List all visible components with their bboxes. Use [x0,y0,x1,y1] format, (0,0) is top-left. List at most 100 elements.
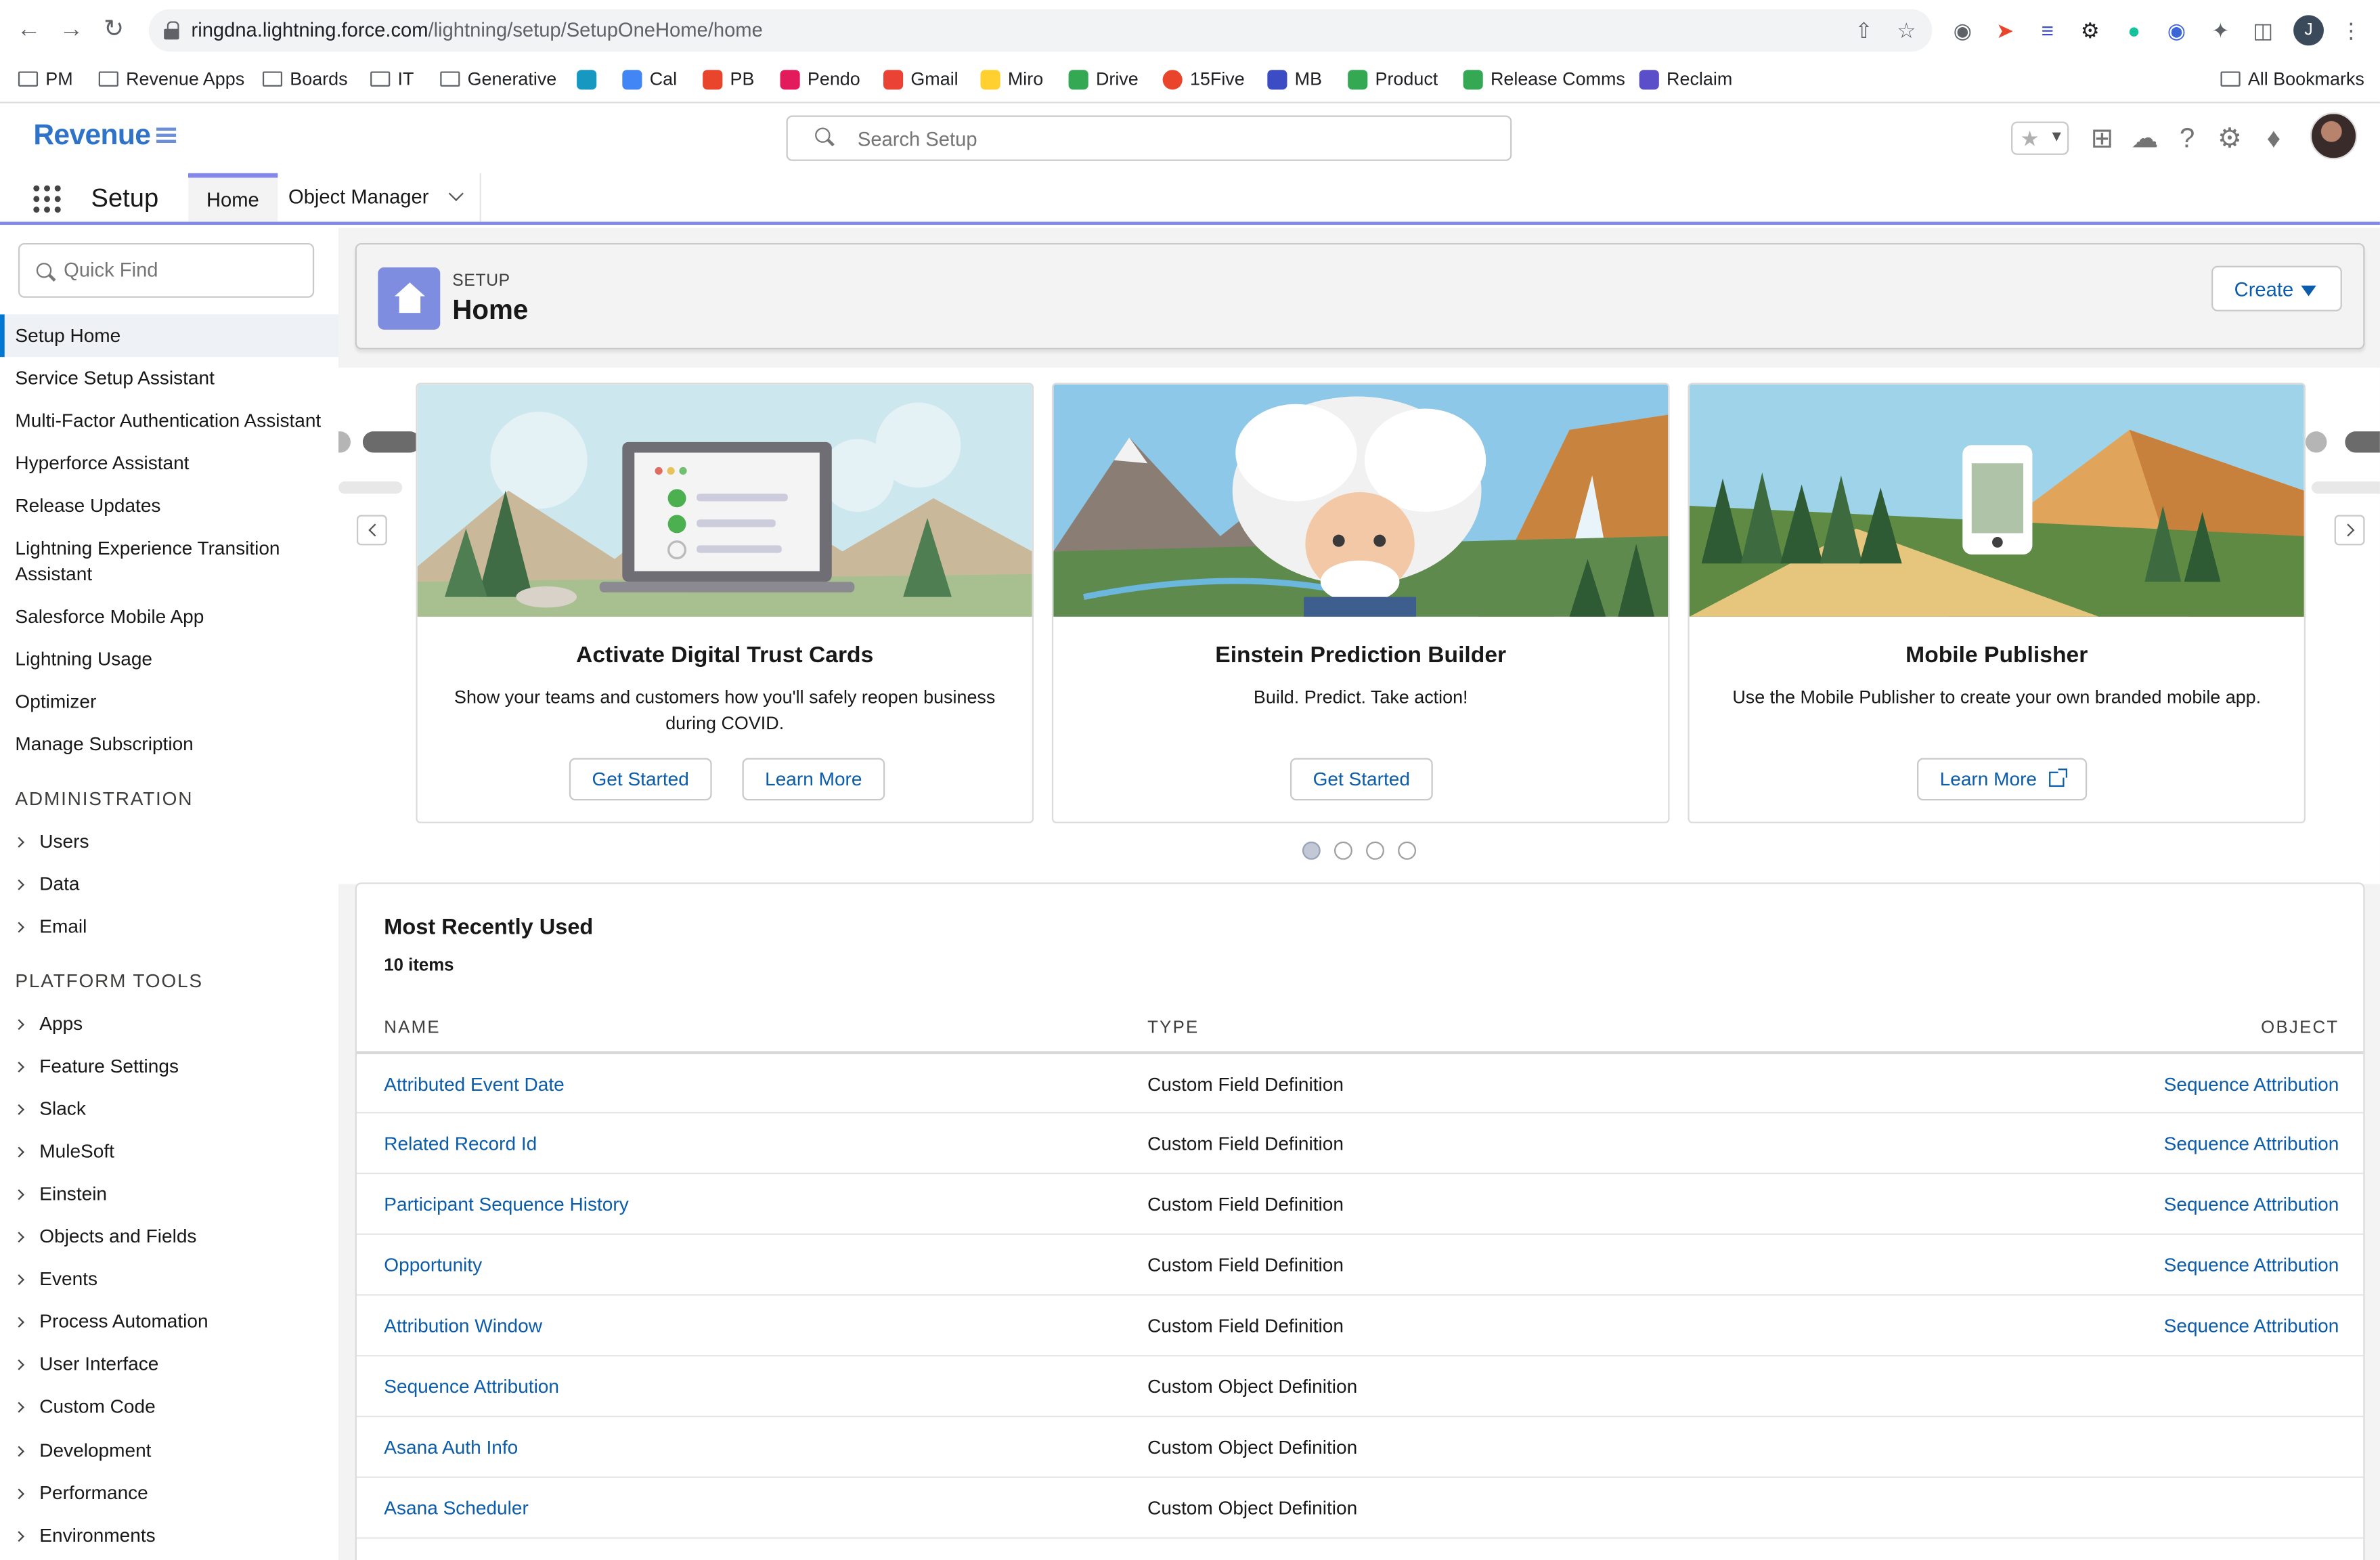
bookmark-boards[interactable]: Boards [262,67,348,91]
search-setup-input[interactable] [857,124,1495,152]
sidebar-tree-mulesoft[interactable]: MuleSoft [0,1141,114,1162]
sidebar-item-mfa-assistant[interactable]: Multi-Factor Authentication Assistant [0,408,338,434]
sidebar-tree-custom-code[interactable]: Custom Code [0,1396,156,1417]
notifications-bell-icon[interactable]: ♦ [2257,121,2290,154]
sidebar-tree-user-interface[interactable]: User Interface [0,1353,158,1374]
record-object-link[interactable]: Sequence Attribution [2164,1074,2339,1095]
column-header-name[interactable]: NAME [384,1019,440,1037]
sidebar-tree-email[interactable]: Email [0,916,87,937]
sidebar-item-manage-subscription[interactable]: Manage Subscription [0,732,338,758]
carousel-dot-2[interactable] [1334,841,1352,860]
all-bookmarks[interactable]: All Bookmarks [2220,67,2364,91]
menu-kebab-icon[interactable]: ⋮ [2339,18,2363,43]
carousel-dot-4[interactable] [1398,841,1417,860]
record-object-link[interactable]: Sequence Attribution [2164,1316,2339,1337]
record-object-link[interactable]: Sequence Attribution [2164,1133,2339,1154]
bookmark-15five[interactable]: 15Five [1162,67,1245,91]
sidebar-tree-slack[interactable]: Slack [0,1098,86,1119]
favorites-button[interactable]: ★ ▼ [2011,121,2069,155]
extension-list-icon[interactable]: ≡ [2035,18,2060,43]
record-name-link[interactable]: Attributed Event Date [384,1074,564,1095]
sidebar-tree-environments[interactable]: Environments [0,1525,156,1546]
share-icon[interactable]: ⇧ [1852,18,1876,43]
sidebar-item-service-setup-assistant[interactable]: Service Setup Assistant [0,366,338,392]
bookmark-release-comms[interactable]: Release Comms [1463,67,1625,91]
bookmark-pb[interactable]: PB [703,67,754,91]
carousel-next-button[interactable] [2334,515,2365,546]
record-object-link[interactable]: Sequence Attribution [2164,1255,2339,1276]
trailhead-icon[interactable]: ☁ [2128,121,2161,154]
user-avatar[interactable] [2310,112,2358,160]
get-started-button[interactable]: Get Started [1290,758,1433,801]
extensions-puzzle-icon[interactable]: ✦ [2209,18,2233,43]
sidebar-item-setup-home[interactable]: Setup Home [0,314,339,358]
record-object-link[interactable]: Sequence Attribution [2164,1194,2339,1215]
bookmark-mb[interactable]: MB [1267,67,1322,91]
extension-gear-icon[interactable]: ⚙ [2078,18,2102,43]
bookmark-generative[interactable]: Generative [440,67,556,91]
sidebar-tree-objects-and-fields[interactable]: Objects and Fields [0,1226,196,1247]
sidebar-tree-data[interactable]: Data [0,873,80,894]
sidebar-item-lightning-transition-assistant[interactable]: Lightning Experience Transition Assistan… [0,536,303,588]
sidebar-tree-einstein[interactable]: Einstein [0,1184,107,1205]
chevron-down-icon[interactable] [447,186,463,202]
record-name-link[interactable]: Attribution Window [384,1316,542,1337]
record-name-link[interactable]: Related Record Id [384,1133,537,1154]
sidebar-tree-process-automation[interactable]: Process Automation [0,1311,208,1332]
camera-icon[interactable]: ◉ [1950,18,1975,43]
forward-icon[interactable]: → [58,17,85,44]
sidebar-item-lightning-usage[interactable]: Lightning Usage [0,647,338,673]
sidebar-tree-apps[interactable]: Apps [0,1013,83,1035]
learn-more-button[interactable]: Learn More [742,758,885,801]
search-setup-box[interactable] [786,115,1512,161]
extension-pb-icon[interactable]: ➤ [1993,18,2017,43]
learn-more-external-button[interactable]: Learn More [1917,758,2088,801]
record-name-link[interactable]: Asana Auth Info [384,1437,518,1458]
carousel-dot-3[interactable] [1366,841,1384,860]
global-actions-plus-icon[interactable]: ⊞ [2086,121,2119,154]
grammarly-icon[interactable]: ● [2122,18,2146,43]
get-started-button[interactable]: Get Started [569,758,712,801]
side-panel-icon[interactable]: ◫ [2251,18,2275,43]
record-name-link[interactable]: Opportunity [384,1255,482,1276]
carousel-dot-1[interactable] [1302,841,1321,860]
app-launcher-icon[interactable] [33,185,61,213]
sidebar-tree-performance[interactable]: Performance [0,1483,148,1504]
bookmark-star-icon[interactable]: ☆ [1894,18,1918,43]
quick-find-box[interactable] [18,242,315,298]
bookmark-pendo[interactable]: Pendo [780,67,860,91]
sidebar-tree-development[interactable]: Development [0,1440,151,1461]
sidebar-item-salesforce-mobile-app[interactable]: Salesforce Mobile App [0,605,338,630]
sidebar-item-hyperforce-assistant[interactable]: Hyperforce Assistant [0,451,338,477]
bookmark-it[interactable]: IT [370,67,414,91]
extension-shield-icon[interactable]: ◉ [2165,18,2189,43]
tab-home[interactable]: Home [188,173,278,222]
sidebar-item-release-updates[interactable]: Release Updates [0,494,338,519]
create-button[interactable]: Create [2211,265,2342,311]
brand-logo[interactable]: Revenue [33,120,177,153]
record-name-link[interactable]: Participant Sequence History [384,1194,628,1215]
bookmark-gmail[interactable]: Gmail [883,67,958,91]
bookmark-reclaim[interactable]: Reclaim [1639,67,1732,91]
help-icon[interactable]: ? [2170,121,2203,154]
column-header-type[interactable]: TYPE [1147,1019,1199,1037]
tab-object-manager[interactable]: Object Manager [270,173,481,222]
back-icon[interactable]: ← [15,17,42,44]
profile-avatar-icon[interactable]: J [2293,15,2324,46]
bookmark-product[interactable]: Product [1348,67,1438,91]
bookmark-salesforce[interactable] [577,67,597,91]
record-name-link[interactable]: Asana Scheduler [384,1498,528,1519]
column-header-object[interactable]: OBJECT [2261,1019,2339,1037]
bookmark-drive[interactable]: Drive [1068,67,1139,91]
bookmark-cal[interactable]: Cal [622,67,677,91]
bookmark-pm[interactable]: PM [18,67,73,91]
reload-icon[interactable]: ↻ [100,17,127,44]
record-name-link[interactable]: Sequence Attribution [384,1377,559,1398]
bookmark-revenue-apps[interactable]: Revenue Apps [98,67,244,91]
sidebar-item-optimizer[interactable]: Optimizer [0,690,338,716]
sidebar-tree-feature-settings[interactable]: Feature Settings [0,1056,179,1077]
quick-find-input[interactable] [64,258,299,282]
bookmark-miro[interactable]: Miro [980,67,1043,91]
address-bar[interactable]: ringdna.lightning.force.com/lightning/se… [148,9,1933,52]
sidebar-tree-users[interactable]: Users [0,831,89,852]
